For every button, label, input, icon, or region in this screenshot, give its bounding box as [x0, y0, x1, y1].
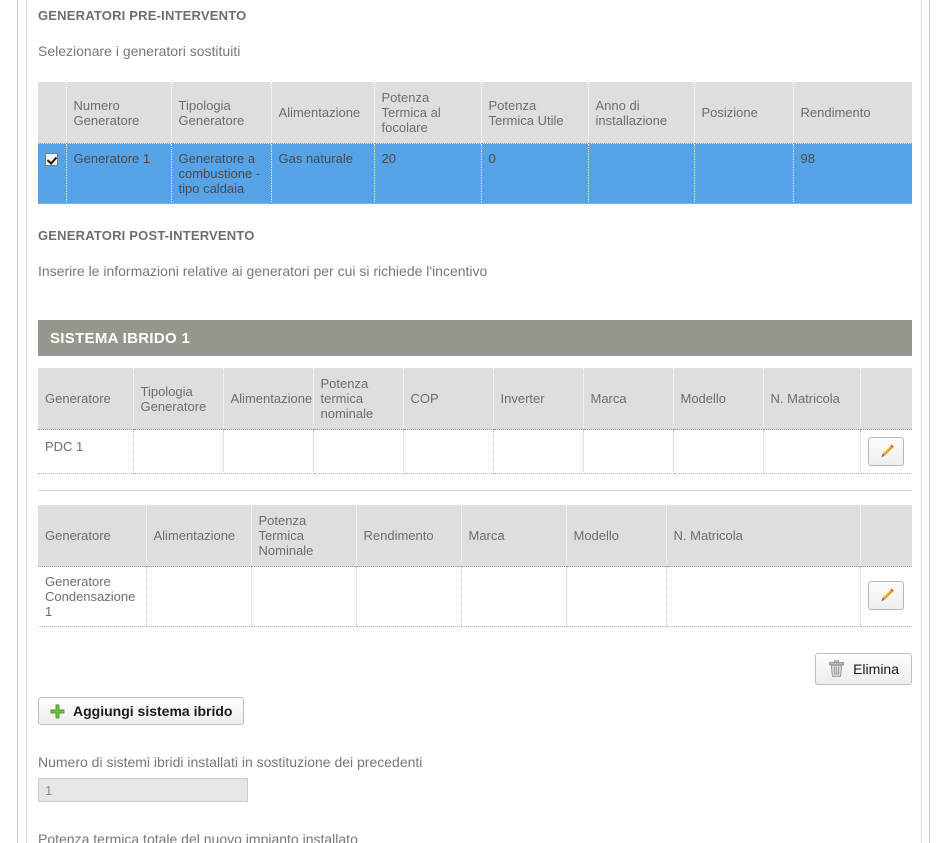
numero-sistemi-row [38, 771, 912, 802]
column-header-generatore: Generatore [38, 368, 134, 430]
frame-rail-left-inner [26, 0, 27, 843]
cell-actions[interactable] [860, 566, 912, 627]
cell-n-matricola [666, 566, 861, 627]
cell-potenza-termica-utile: 0 [481, 143, 589, 204]
table-header-row: Generatore Tipologia Generatore Alimenta… [38, 368, 912, 430]
pre-section-subtitle: Selezionare i generatori sostituiti [38, 43, 241, 59]
frame-rail-right-outer [929, 0, 930, 843]
table-row[interactable]: Generatore 1 Generatore a combustione - … [38, 143, 912, 204]
column-header-n-matricola: N. Matricola [666, 505, 861, 567]
pre-section-title: GENERATORI PRE-INTERVENTO [38, 8, 247, 23]
numero-sistemi-label: Numero di sistemi ibridi installati in s… [38, 754, 423, 770]
cell-marca [583, 429, 674, 474]
cell-inverter [493, 429, 584, 474]
column-header-alimentazione: Alimentazione [271, 82, 375, 144]
column-header-modello: Modello [566, 505, 667, 567]
elimina-button[interactable]: Elimina [815, 653, 912, 685]
pre-generators-table: Numero Generatore Tipologia Generatore A… [38, 82, 912, 204]
column-header-marca: Marca [461, 505, 567, 567]
sistema-ibrido-label: SISTEMA IBRIDO 1 [50, 329, 191, 347]
column-header-select [38, 82, 67, 144]
table-header-row: Generatore Alimentazione Potenza Termica… [38, 505, 912, 567]
edit-pdc-button[interactable] [868, 437, 905, 466]
potenza-totale-label: Potenza termica totale del nuovo impiant… [38, 831, 358, 843]
column-header-actions [860, 368, 912, 430]
delete-button-row: Elimina [38, 653, 912, 685]
pencil-icon [881, 444, 894, 458]
plus-icon [50, 704, 65, 718]
column-header-tipologia-generatore: Tipologia Generatore [171, 82, 272, 144]
cell-alimentazione: Gas naturale [271, 143, 375, 204]
row-select-checkbox-cell[interactable] [38, 143, 67, 204]
column-header-potenza-termica-utile: Potenza Termica Utile [481, 82, 589, 144]
column-header-generatore: Generatore [38, 505, 147, 567]
boiler-table: Generatore Alimentazione Potenza Termica… [38, 505, 912, 627]
cell-generatore: Generatore Condensazione 1 [38, 566, 147, 627]
cell-alimentazione [223, 429, 314, 474]
post-section-title: GENERATORI POST-INTERVENTO [38, 228, 255, 243]
column-header-potenza-termica-nominale: Potenza termica nominale [313, 368, 404, 430]
cell-modello [673, 429, 764, 474]
column-header-anno-installazione: Anno di installazione [588, 82, 695, 144]
cell-tipologia-generatore [133, 429, 224, 474]
column-header-inverter: Inverter [493, 368, 584, 430]
page-root: GENERATORI PRE-INTERVENTO Selezionare i … [0, 0, 943, 843]
column-header-potenza-termica-nominale: Potenza Termica Nominale [251, 505, 357, 567]
cell-tipologia-generatore: Generatore a combustione - tipo caldaia [171, 143, 272, 204]
pdc-table: Generatore Tipologia Generatore Alimenta… [38, 368, 912, 474]
cell-potenza-termica-nominale [313, 429, 404, 474]
cell-n-matricola [763, 429, 861, 474]
column-header-rendimento: Rendimento [356, 505, 462, 567]
cell-anno-installazione [588, 143, 695, 204]
column-header-posizione: Posizione [694, 82, 794, 144]
column-header-n-matricola: N. Matricola [763, 368, 861, 430]
cell-rendimento: 98 [793, 143, 912, 204]
column-header-actions [860, 505, 912, 567]
column-header-alimentazione: Alimentazione [146, 505, 252, 567]
column-header-marca: Marca [583, 368, 674, 430]
sistema-ibrido-header-bar: SISTEMA IBRIDO 1 [38, 320, 912, 356]
table-header-row: Numero Generatore Tipologia Generatore A… [38, 82, 912, 144]
checkbox-checked-icon[interactable] [45, 153, 59, 167]
cell-marca [461, 566, 567, 627]
column-header-potenza-termica-focolare: Potenza Termica al focolare [374, 82, 482, 144]
content-column: GENERATORI PRE-INTERVENTO Selezionare i … [38, 0, 912, 843]
aggiungi-sistema-ibrido-button[interactable]: Aggiungi sistema ibrido [38, 697, 245, 725]
table-divider [38, 490, 912, 491]
edit-boiler-button[interactable] [868, 581, 905, 610]
cell-potenza-termica-nominale [251, 566, 357, 627]
cell-cop [403, 429, 494, 474]
frame-rail-left-outer [17, 0, 18, 843]
cell-generatore: PDC 1 [38, 429, 134, 474]
column-header-cop: COP [403, 368, 494, 430]
cell-alimentazione [146, 566, 252, 627]
column-header-rendimento: Rendimento [793, 82, 912, 144]
column-header-numero-generatore: Numero Generatore [66, 82, 172, 144]
cell-numero-generatore: Generatore 1 [66, 143, 172, 204]
cell-actions[interactable] [860, 429, 912, 474]
frame-rail-right-inner [921, 0, 922, 843]
trash-icon [829, 660, 844, 677]
column-header-alimentazione: Alimentazione [223, 368, 314, 430]
numero-sistemi-input[interactable] [38, 778, 248, 802]
post-section-subtitle: Inserire le informazioni relative ai gen… [38, 263, 488, 279]
column-header-modello: Modello [673, 368, 764, 430]
aggiungi-sistema-ibrido-label: Aggiungi sistema ibrido [73, 703, 233, 719]
elimina-button-label: Elimina [853, 661, 899, 677]
table-row: PDC 1 [38, 429, 912, 474]
column-header-tipologia-generatore: Tipologia Generatore [133, 368, 224, 430]
cell-posizione [694, 143, 794, 204]
table-row: Generatore Condensazione 1 [38, 566, 912, 627]
cell-rendimento [356, 566, 462, 627]
cell-potenza-termica-focolare: 20 [374, 143, 482, 204]
cell-modello [566, 566, 667, 627]
pencil-icon [881, 588, 894, 602]
add-button-row: Aggiungi sistema ibrido [38, 685, 912, 725]
